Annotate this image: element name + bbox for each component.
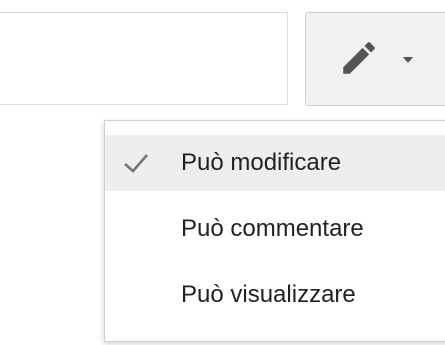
menu-item-label: Può modificare [181,149,342,176]
menu-item-can-edit[interactable]: Può modificare [105,135,445,191]
chevron-down-icon [403,57,413,63]
permission-dropdown-button[interactable] [305,12,445,106]
check-icon [124,154,148,173]
menu-item-can-comment[interactable]: Può commentare [105,201,445,257]
permission-menu: Può modificare Può commentare Può visual… [104,120,445,342]
menu-item-label: Può commentare [181,215,364,242]
pencil-icon [343,42,375,74]
menu-item-can-view[interactable]: Può visualizzare [105,267,445,323]
share-input[interactable] [0,12,288,105]
menu-item-label: Può visualizzare [181,281,356,308]
